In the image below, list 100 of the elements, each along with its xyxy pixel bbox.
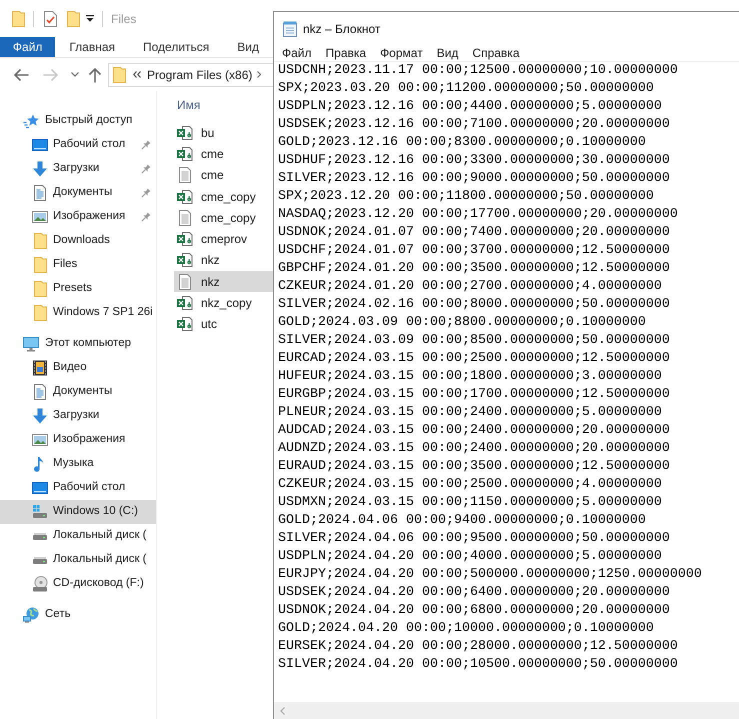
nav-item[interactable]: Изображения	[0, 428, 156, 452]
file-item[interactable]: nkz_copy	[174, 292, 273, 314]
folder-icon[interactable]	[67, 10, 80, 26]
nav-item[interactable]: Быстрый доступ	[0, 109, 156, 133]
file-item[interactable]: cme	[174, 143, 273, 165]
system-drive-icon	[32, 505, 48, 519]
text-line: SILVER;2024.02.16 00:00;8000.00000000;50.00000000	[278, 296, 670, 314]
text-file-icon	[179, 274, 191, 290]
text-line: GBPCHF;2024.01.20 00:00;3500.00000000;12.50000000	[278, 260, 670, 278]
text-line: NASDAQ;2023.12.20 00:00;17700.00000000;20.00000000	[278, 206, 678, 224]
text-line: USDHUF;2023.12.16 00:00;3300.00000000;30.00000000	[278, 152, 670, 170]
text-line: SPX;2023.03.20 00:00;11200.00000000;50.00000000	[278, 80, 654, 98]
nav-item[interactable]: Сеть	[0, 603, 156, 627]
nav-item[interactable]: Локальный диск (	[0, 548, 156, 572]
text-line: USDPLN;2024.04.20 00:00;4000.00000000;5.00000000	[278, 548, 662, 566]
chevron-right-icon	[257, 71, 262, 78]
text-line: SILVER;2023.12.16 00:00;9000.00000000;50.00000000	[278, 170, 670, 188]
file-item[interactable]: bu	[174, 122, 273, 144]
text-file-icon	[179, 167, 191, 184]
ribbon-tab[interactable]: Вид	[223, 37, 273, 57]
file-item[interactable]: nkz	[174, 271, 273, 292]
pin-icon[interactable]	[140, 164, 151, 174]
text-line: USDSEK;2023.12.16 00:00;7100.00000000;20.00000000	[278, 116, 670, 134]
file-item[interactable]: cme_copy	[174, 186, 273, 208]
text-line: SILVER;2024.03.09 00:00;8500.00000000;50.00000000	[278, 332, 670, 350]
file-item[interactable]: cme_copy	[174, 207, 273, 228]
spreadsheet-file-icon	[177, 317, 193, 332]
spreadsheet-file-icon	[177, 232, 193, 246]
file-item[interactable]: nkz	[174, 250, 273, 272]
desktop-icon	[32, 139, 48, 151]
text-line: AUDCAD;2024.03.15 00:00;2400.00000000;20.00000000	[278, 422, 670, 440]
nav-item[interactable]: Видео	[0, 356, 156, 380]
spreadsheet-file-icon	[177, 190, 193, 204]
column-header[interactable]: Имя	[177, 96, 200, 114]
back-arrow-icon[interactable]	[13, 68, 29, 82]
text-line: GOLD;2024.03.09 00:00;8800.00000000;0.10000000	[278, 314, 646, 332]
menu-item[interactable]: Правка	[318, 44, 374, 62]
nav-item[interactable]: Files	[0, 253, 156, 277]
nav-item[interactable]: Загрузки	[0, 404, 156, 428]
nav-item[interactable]: Downloads	[0, 229, 156, 253]
nav-item[interactable]: Этот компьютер	[0, 332, 156, 356]
chevron-down-icon[interactable]	[71, 72, 79, 77]
nav-item[interactable]: CD-дисковод (F:)	[0, 572, 156, 596]
picture-icon	[32, 211, 48, 223]
ribbon-tab[interactable]: Главная	[55, 37, 130, 57]
computer-icon	[23, 336, 39, 352]
text-line: CZKEUR;2024.01.20 00:00;2700.00000000;4.00000000	[278, 278, 662, 296]
properties-check-icon[interactable]	[44, 10, 57, 26]
text-line: USDPLN;2023.12.16 00:00;4400.00000000;5.00000000	[278, 98, 662, 116]
download-arrow-icon	[32, 408, 48, 424]
nav-item[interactable]: Документы	[0, 380, 156, 404]
nav-item[interactable]: Presets	[0, 277, 156, 301]
folder-icon[interactable]	[12, 10, 25, 26]
nav-item[interactable]: Локальный диск (	[0, 524, 156, 548]
menu-item[interactable]: Формат	[373, 44, 430, 62]
up-arrow-icon[interactable]	[88, 66, 102, 82]
folder-icon	[34, 233, 46, 249]
desktop-icon	[32, 482, 48, 494]
text-line: USDCHF;2024.01.07 00:00;3700.00000000;12.50000000	[278, 242, 670, 260]
nav-item[interactable]: Рабочий стол	[0, 133, 156, 157]
pin-icon[interactable]	[140, 140, 151, 150]
address-bar[interactable]: Program Files (x86)	[108, 62, 273, 86]
text-line: PLNEUR;2024.03.15 00:00;2400.00000000;5.00000000	[278, 404, 662, 422]
document-icon	[34, 384, 46, 400]
text-line: SPX;2023.12.20 00:00;11800.00000000;50.00000000	[278, 188, 654, 206]
download-arrow-icon	[32, 161, 48, 177]
text-line: EURGBP;2024.03.15 00:00;1700.00000000;12.50000000	[278, 386, 670, 404]
nav-item[interactable]: Документы	[0, 181, 156, 205]
window-title: Files	[111, 10, 136, 28]
text-line: USDSEK;2024.04.20 00:00;6400.00000000;20.00000000	[278, 584, 670, 602]
spreadsheet-file-icon	[177, 146, 193, 161]
double-chevron-icon	[133, 71, 141, 78]
text-line: USDNOK;2024.01.07 00:00;7400.00000000;20.00000000	[278, 224, 670, 242]
file-item[interactable]: utc	[174, 314, 273, 335]
text-line: USDCNH;2023.11.17 00:00;12500.00000000;10.00000000	[278, 62, 678, 80]
folder-icon	[34, 305, 46, 321]
cd-drive-icon	[32, 576, 48, 592]
document-icon	[34, 185, 46, 201]
pin-icon[interactable]	[140, 212, 151, 222]
pin-icon[interactable]	[140, 188, 151, 198]
nav-item[interactable]: Windows 7 SP1 26i	[0, 301, 156, 325]
ribbon-tab[interactable]: Поделиться	[129, 37, 224, 57]
breadcrumb[interactable]: Program Files (x86)	[147, 66, 252, 84]
file-item[interactable]: cmeprov	[174, 228, 273, 250]
nav-item[interactable]: Рабочий стол	[0, 476, 156, 500]
text-line: USDMXN;2024.03.15 00:00;1150.00000000;5.00000000	[278, 494, 662, 512]
nav-item[interactable]: Музыка	[0, 452, 156, 476]
menu-item[interactable]: Справка	[465, 44, 526, 62]
folder-icon	[34, 257, 46, 273]
nav-item[interactable]: Windows 10 (C:)	[0, 500, 156, 524]
text-line: USDNOK;2024.04.20 00:00;6800.00000000;20.00000000	[278, 602, 670, 620]
menu-item[interactable]: Вид	[430, 44, 466, 62]
folder-icon	[113, 66, 126, 82]
file-menu-tab[interactable]: Файл	[0, 37, 56, 57]
horizontal-scrollbar[interactable]	[274, 702, 739, 719]
file-item[interactable]: cme	[174, 164, 273, 186]
dropdown-icon[interactable]	[86, 15, 94, 22]
nav-item[interactable]: Изображения	[0, 205, 156, 229]
menu-item[interactable]: Файл	[275, 44, 319, 62]
nav-item[interactable]: Загрузки	[0, 157, 156, 181]
